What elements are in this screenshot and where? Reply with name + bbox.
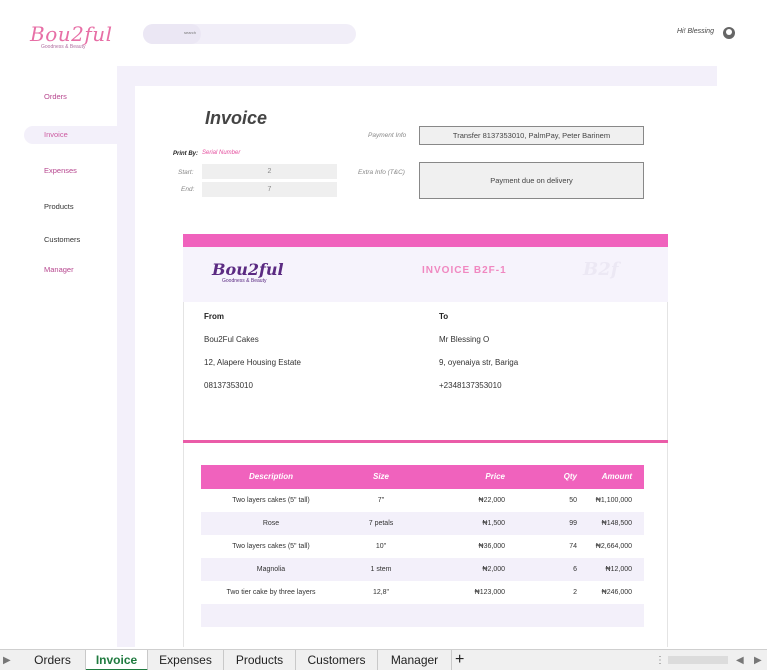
sidebar-item-orders[interactable]: Orders: [24, 88, 117, 106]
sidebar-item-manager[interactable]: Manager: [24, 261, 117, 279]
table-header: Description Size Price Qty Amount: [201, 465, 644, 489]
payment-info-field[interactable]: Transfer 8137353010, PalmPay, Peter Bari…: [419, 126, 644, 145]
to-name: Mr Blessing O: [439, 335, 490, 344]
brand-logo: Bou2ful Goodness & Beauty: [30, 22, 113, 50]
cell-qty: 99: [569, 520, 577, 527]
cell-description: Two layers cakes (5" tall): [232, 543, 310, 550]
cell-qty: 2: [573, 589, 577, 596]
cell-qty: 50: [569, 497, 577, 504]
scrollbar-separator-icon: ⋮: [655, 655, 665, 666]
column-header: Description: [248, 472, 293, 481]
user-greeting: Hi! Blessing: [677, 28, 714, 35]
watermark-logo: B2f: [583, 259, 619, 280]
print-by-label: Print By:: [173, 151, 199, 157]
cell-size: 7 petals: [368, 520, 394, 527]
cell-qty: 6: [573, 566, 577, 573]
table-row[interactable]: Two layers cakes (5" tall) 7" ₦22,000 50…: [201, 489, 644, 512]
cell-description: Rose: [262, 520, 280, 527]
from-address: 12, Alapere Housing Estate: [204, 358, 301, 367]
invoice-number: INVOICE B2F-1: [422, 265, 507, 276]
cell-amount: ₦246,000: [601, 589, 632, 596]
payment-info-label: Payment Info: [368, 132, 407, 139]
tab-customers[interactable]: Customers: [296, 650, 378, 670]
cell-price: ₦36,000: [478, 543, 505, 550]
sidebar-item-invoice[interactable]: Invoice: [24, 126, 117, 144]
search-bar[interactable]: search: [143, 24, 356, 44]
cell-amount: ₦148,500: [601, 520, 632, 527]
cell-description: Two tier cake by three layers: [226, 589, 316, 596]
from-phone: 08137353010: [204, 381, 253, 390]
tab-manager[interactable]: Manager: [378, 650, 452, 670]
sidebar-item-products[interactable]: Products: [24, 198, 117, 216]
cell-amount: ₦2,664,000: [595, 543, 632, 550]
column-header: Price: [485, 472, 505, 481]
table-row[interactable]: Magnolia 1 stem ₦2,000 6 ₦12,000: [201, 558, 644, 581]
from-heading: From: [204, 312, 224, 321]
end-label: End:: [181, 186, 195, 193]
tab-invoice[interactable]: Invoice: [86, 650, 148, 670]
invoice-top-bar: [183, 234, 668, 247]
column-header: Size: [372, 472, 389, 481]
cell-amount: ₦12,000: [605, 566, 632, 573]
from-name: Bou2Ful Cakes: [204, 335, 259, 344]
start-field[interactable]: 2: [202, 164, 337, 179]
tab-expenses[interactable]: Expenses: [148, 650, 224, 670]
cell-description: Magnolia: [256, 566, 286, 573]
cell-size: 7": [377, 497, 385, 504]
search-placeholder: search: [184, 30, 197, 35]
cell-size: 12,8": [372, 589, 390, 596]
start-label: Start:: [178, 169, 194, 176]
tab-orders[interactable]: Orders: [20, 650, 86, 670]
table-row[interactable]: Rose 7 petals ₦1,500 99 ₦148,500: [201, 512, 644, 535]
sidebar-item-expenses[interactable]: Expenses: [24, 162, 117, 180]
invoice-table: Description Size Price Qty Amount Two la…: [201, 465, 644, 627]
column-header: Amount: [601, 472, 632, 481]
cell-price: ₦22,000: [478, 497, 505, 504]
cell-qty: 74: [569, 543, 577, 550]
sidebar-item-customers[interactable]: Customers: [24, 231, 117, 249]
extra-info-field[interactable]: Payment due on delivery: [419, 162, 644, 199]
to-heading: To: [439, 312, 449, 321]
column-header: Qty: [563, 472, 577, 481]
invoice-logo: Bou2ful Goodness & Beauty: [212, 260, 284, 284]
page-title: Invoice: [205, 108, 268, 128]
print-by-value[interactable]: Serial Number: [202, 150, 240, 156]
user-avatar-icon[interactable]: [723, 27, 735, 39]
cell-amount: ₦1,100,000: [595, 497, 632, 504]
cell-description: Two layers cakes (5" tall): [232, 497, 310, 504]
extra-info-label: Extra Info (T&C): [358, 169, 405, 176]
sheet-tab-bar: ▶ Orders Invoice Expenses Products Custo…: [0, 649, 767, 670]
cell-price: ₦1,500: [482, 520, 505, 527]
table-row[interactable]: Two layers cakes (5" tall) 10" ₦36,000 7…: [201, 535, 644, 558]
to-phone: +2348137353010: [439, 381, 502, 390]
tab-products[interactable]: Products: [224, 650, 296, 670]
table-row[interactable]: Two tier cake by three layers 12,8" ₦123…: [201, 581, 644, 604]
add-sheet-icon[interactable]: +: [455, 650, 464, 670]
scroll-left-icon[interactable]: ▶: [3, 650, 11, 670]
cell-price: ₦123,000: [474, 589, 505, 596]
horizontal-scrollbar[interactable]: [668, 656, 728, 664]
scroll-left-arrow-icon[interactable]: ◀: [736, 650, 744, 670]
scroll-right-arrow-icon[interactable]: ▶: [754, 650, 762, 670]
invoice-parties: [183, 302, 668, 441]
logo-text: Bou2ful: [30, 22, 113, 46]
table-row-empty[interactable]: [201, 604, 644, 627]
cell-price: ₦2,000: [482, 566, 505, 573]
cell-size: 10": [375, 543, 387, 550]
end-field[interactable]: 7: [202, 182, 337, 197]
invoice-logo-text: Bou2ful: [212, 260, 284, 279]
to-address: 9, oyenaiya str, Bariga: [439, 358, 519, 367]
cell-size: 1 stem: [370, 566, 392, 573]
